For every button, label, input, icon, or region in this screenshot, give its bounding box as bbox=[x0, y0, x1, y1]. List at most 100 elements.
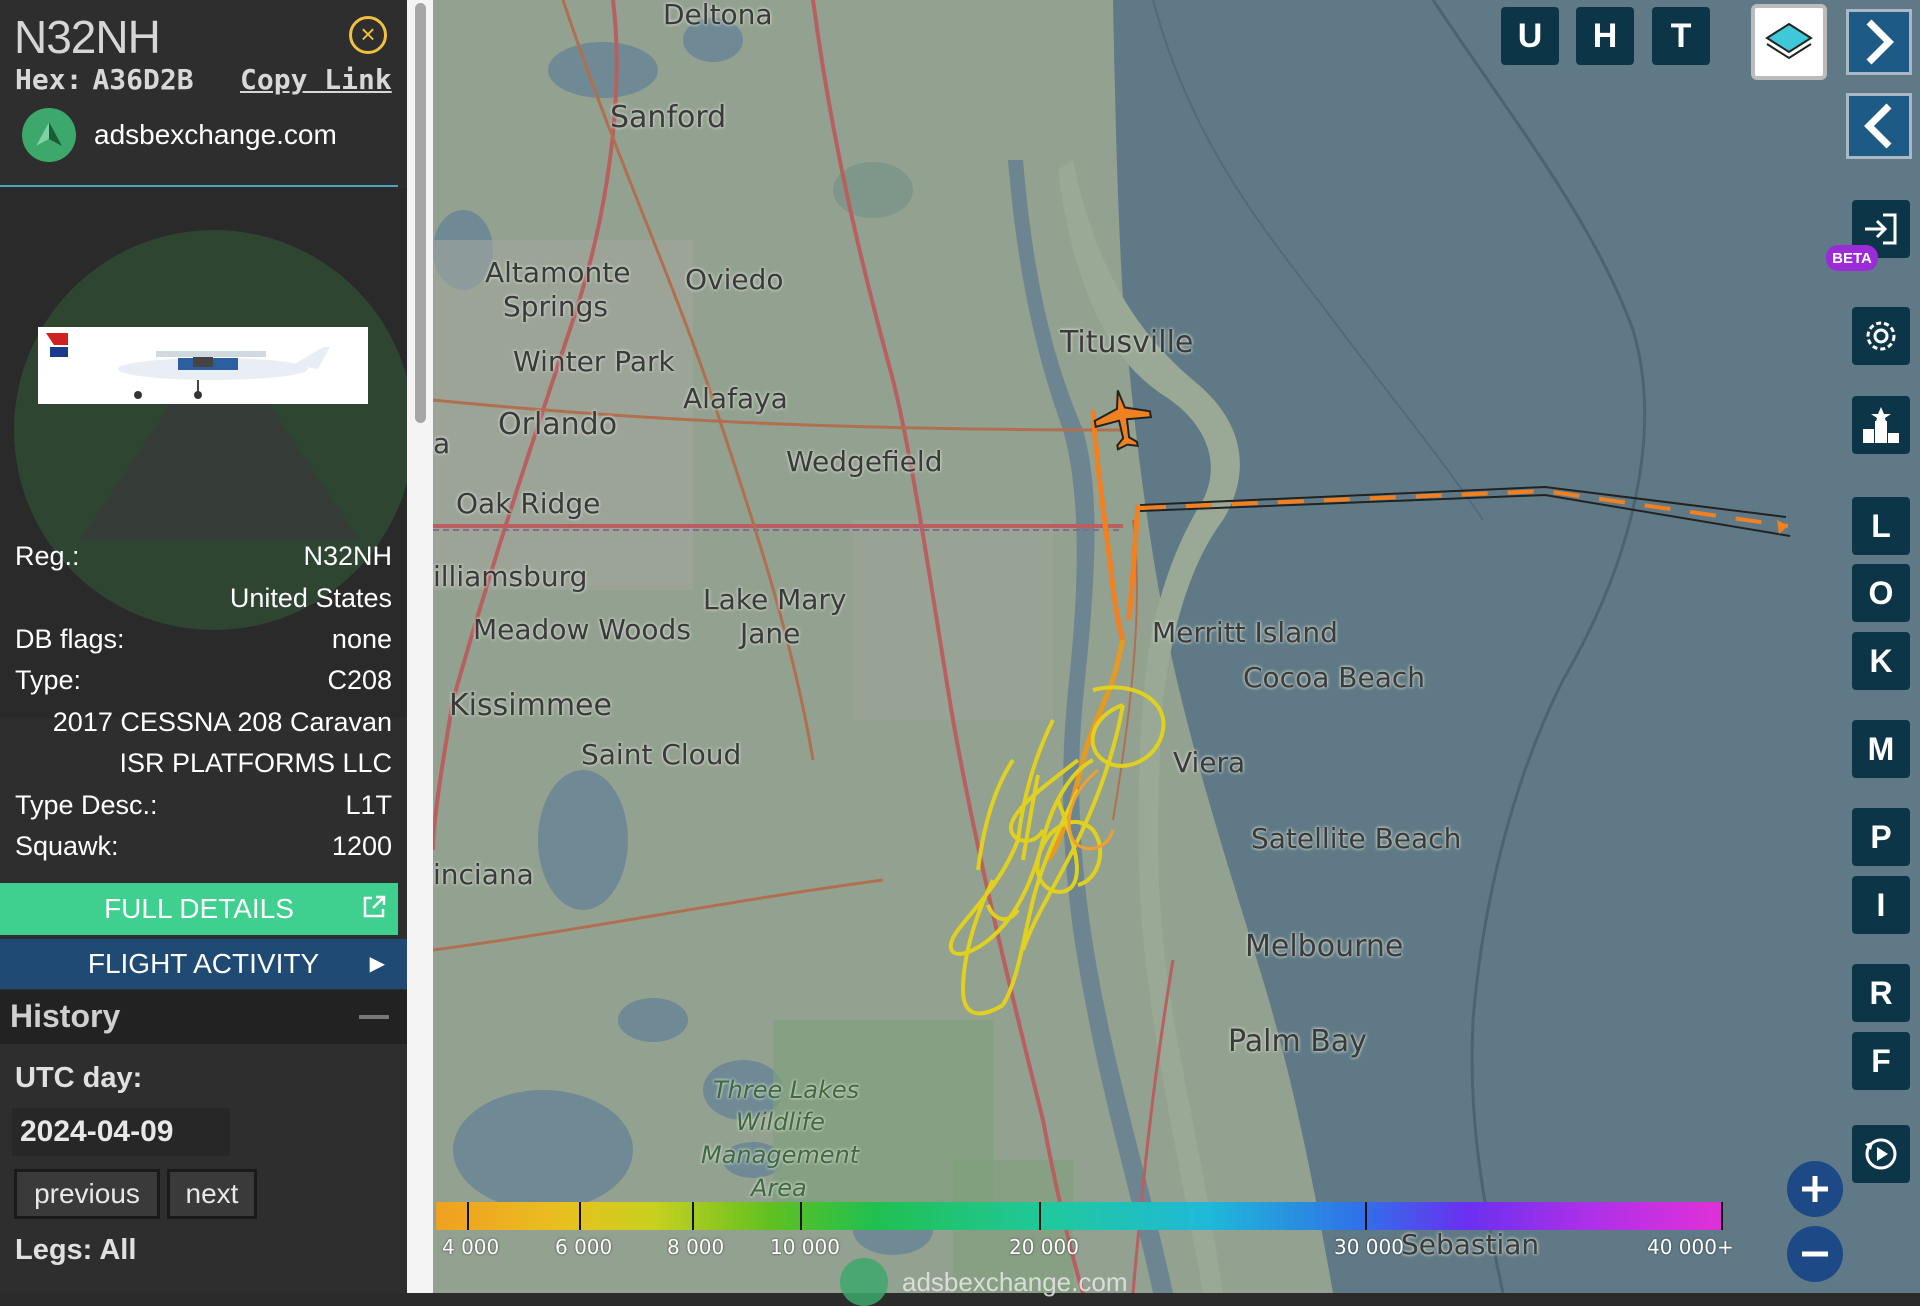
hex-row: Hex: A36D2B bbox=[15, 63, 194, 96]
expand-right-button[interactable] bbox=[1846, 9, 1912, 75]
history-title: History bbox=[10, 998, 121, 1034]
owner-value: ISR PLATFORMS LLC bbox=[119, 748, 392, 778]
aircraft-photo[interactable] bbox=[38, 327, 368, 404]
external-link-icon bbox=[360, 893, 388, 928]
replay-button[interactable] bbox=[1852, 1125, 1910, 1183]
legend-tick bbox=[800, 1202, 802, 1230]
scrollbar-thumb[interactable] bbox=[415, 3, 426, 423]
collapse-left-button[interactable] bbox=[1846, 93, 1912, 159]
close-icon[interactable]: × bbox=[349, 16, 387, 54]
map-label-jane: Jane bbox=[740, 617, 801, 650]
chevron-left-icon bbox=[1864, 103, 1892, 149]
map-label-deltona: Deltona bbox=[663, 0, 773, 31]
toggle-u-button[interactable]: U bbox=[1501, 7, 1559, 65]
legend-label: 8 000 bbox=[667, 1235, 725, 1259]
type-value: C208 bbox=[327, 665, 392, 695]
map-label-edge: a bbox=[433, 427, 451, 460]
replay-icon bbox=[1865, 1138, 1897, 1170]
map-view[interactable]: Deltona Sanford Altamonte Springs Oviedo… bbox=[433, 0, 1920, 1293]
next-button[interactable]: next bbox=[167, 1169, 257, 1219]
layers-button[interactable] bbox=[1751, 4, 1827, 80]
toggle-r-button[interactable]: R bbox=[1852, 964, 1910, 1022]
full-details-label: FULL DETAILS bbox=[104, 893, 294, 924]
copy-link[interactable]: Copy Link bbox=[240, 63, 392, 96]
chevron-right-icon bbox=[1866, 19, 1894, 65]
dbflags-value: none bbox=[331, 624, 392, 654]
map-label-palm-bay: Palm Bay bbox=[1228, 1024, 1367, 1059]
divider bbox=[0, 185, 398, 187]
map-label-three-lakes-2: Wildlife bbox=[736, 1108, 825, 1136]
map-label-orlando: Orlando bbox=[498, 407, 618, 442]
previous-button[interactable]: previous bbox=[14, 1169, 160, 1219]
toggle-l-button[interactable]: L bbox=[1852, 497, 1910, 555]
history-header[interactable]: History bbox=[0, 990, 407, 1044]
map-label-winter-park: Winter Park bbox=[513, 345, 675, 378]
map-label-poinciana: inciana bbox=[433, 858, 534, 891]
toggle-m-button[interactable]: M bbox=[1852, 720, 1910, 778]
sidebar-scrollbar[interactable] bbox=[407, 0, 433, 1293]
toggle-f-button[interactable]: F bbox=[1852, 1032, 1910, 1090]
plus-icon bbox=[1802, 1176, 1828, 1202]
legend-label: 10 000 bbox=[770, 1235, 840, 1259]
map-label-springs: Springs bbox=[503, 290, 608, 323]
settings-button[interactable] bbox=[1852, 307, 1910, 365]
map-label-meadow-woods: Meadow Woods bbox=[473, 613, 691, 646]
caret-right-icon: ▶ bbox=[369, 953, 385, 975]
model-value: 2017 CESSNA 208 Caravan bbox=[52, 707, 392, 737]
map-label-lake-mary: Lake Mary bbox=[703, 583, 847, 616]
squawk-label: Squawk: bbox=[15, 831, 119, 861]
typedesc-value: L1T bbox=[345, 790, 392, 820]
legend-tick bbox=[1039, 1202, 1041, 1230]
map-label-satellite-beach: Satellite Beach bbox=[1251, 822, 1462, 855]
map-label-altamonte: Altamonte bbox=[485, 256, 631, 289]
map-label-merritt-island: Merritt Island bbox=[1152, 616, 1338, 649]
toggle-p-button[interactable]: P bbox=[1852, 808, 1910, 866]
map-label-saint-cloud: Saint Cloud bbox=[581, 738, 742, 771]
toggle-o-button[interactable]: O bbox=[1852, 564, 1910, 622]
map-label-melbourne: Melbourne bbox=[1245, 929, 1404, 964]
map-label-williamsburg: illiamsburg bbox=[433, 560, 588, 593]
full-details-button[interactable]: FULL DETAILS bbox=[0, 883, 398, 935]
legend-label: 20 000 bbox=[1009, 1235, 1079, 1259]
podium-icon bbox=[1863, 407, 1899, 443]
legend-label: 4 000 bbox=[442, 1235, 500, 1259]
legend-tick bbox=[1721, 1202, 1723, 1230]
collapse-icon[interactable] bbox=[359, 1015, 389, 1019]
map-label-three-lakes-4: Area bbox=[751, 1174, 807, 1202]
map-watermark: adsbexchange.com bbox=[840, 1258, 1127, 1306]
type-label: Type: bbox=[15, 665, 82, 695]
toggle-i-button[interactable]: I bbox=[1852, 876, 1910, 934]
legs-label: Legs: All bbox=[15, 1234, 137, 1266]
map-label-wedgefield: Wedgefield bbox=[786, 445, 943, 478]
dbflags-label: DB flags: bbox=[15, 624, 125, 654]
toggle-h-button[interactable]: H bbox=[1576, 7, 1634, 65]
altitude-color-legend bbox=[436, 1202, 1723, 1230]
map-label-viera: Viera bbox=[1173, 746, 1246, 779]
legend-label: 40 000+ bbox=[1647, 1235, 1734, 1259]
site-brand[interactable]: adsbexchange.com bbox=[22, 108, 337, 162]
legend-tick bbox=[579, 1202, 581, 1230]
login-icon bbox=[1865, 213, 1897, 245]
hex-value: A36D2B bbox=[92, 63, 194, 96]
map-label-three-lakes-3: Management bbox=[701, 1141, 860, 1169]
gear-icon bbox=[1866, 321, 1896, 351]
utc-day-input[interactable]: 2024-04-09 bbox=[12, 1108, 230, 1156]
map-label-sanford: Sanford bbox=[610, 100, 727, 135]
toggle-k-button[interactable]: K bbox=[1852, 632, 1910, 690]
hex-label: Hex: bbox=[15, 63, 83, 96]
leaderboard-button[interactable] bbox=[1852, 396, 1910, 454]
flight-activity-label: FLIGHT ACTIVITY bbox=[87, 948, 320, 979]
map-label-cocoa-beach: Cocoa Beach bbox=[1243, 661, 1425, 694]
flight-activity-button[interactable]: FLIGHT ACTIVITY ▶ bbox=[0, 939, 407, 989]
map-label-oviedo: Oviedo bbox=[685, 263, 784, 296]
toggle-t-button[interactable]: T bbox=[1652, 7, 1710, 65]
map-label-three-lakes-1: Three Lakes bbox=[713, 1076, 860, 1104]
zoom-out-button[interactable] bbox=[1787, 1226, 1843, 1282]
legend-tick bbox=[467, 1202, 469, 1230]
beta-badge: BETA bbox=[1826, 245, 1878, 271]
layers-icon bbox=[1765, 22, 1813, 60]
zoom-in-button[interactable] bbox=[1787, 1161, 1843, 1217]
map-label-sebastian: Sebastian bbox=[1401, 1228, 1540, 1261]
site-name: adsbexchange.com bbox=[94, 119, 337, 150]
map-label-alafaya: Alafaya bbox=[683, 382, 788, 415]
